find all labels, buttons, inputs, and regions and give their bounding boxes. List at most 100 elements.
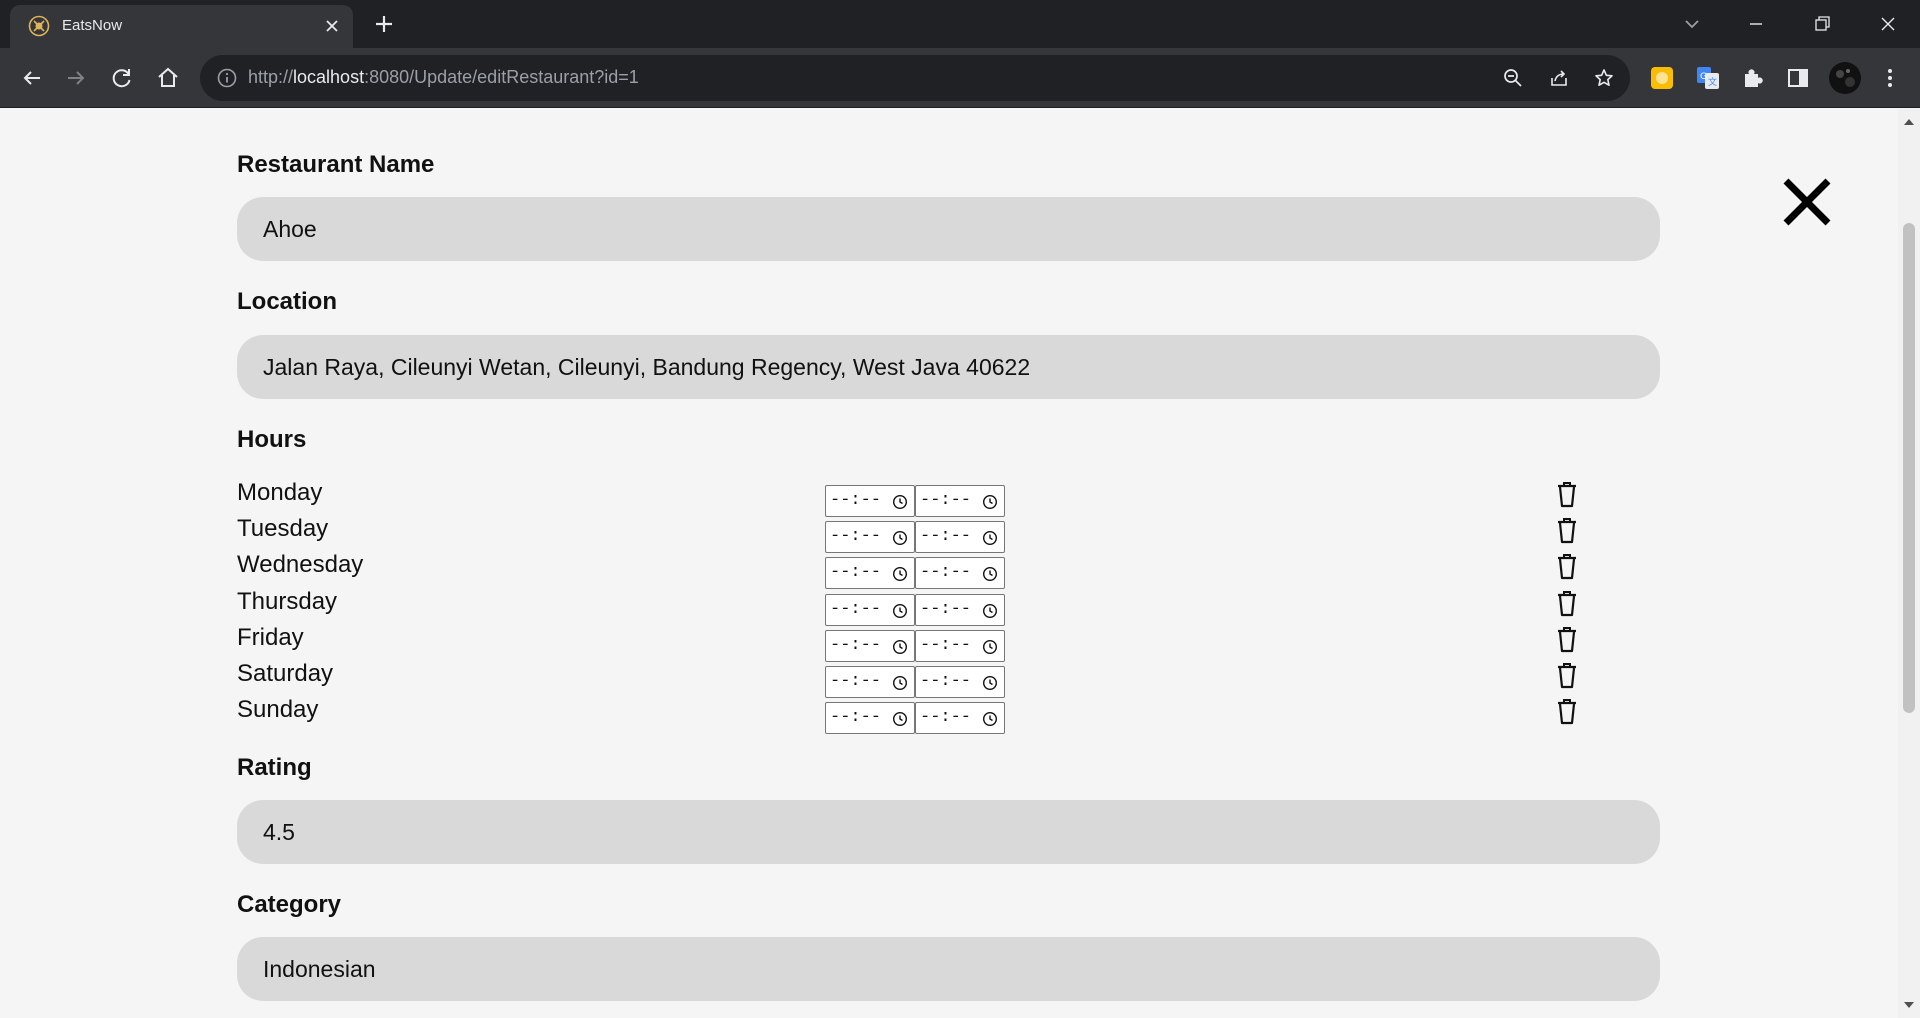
friday-open-time-input[interactable]: --:-- bbox=[825, 629, 915, 662]
time-value: --:-- bbox=[830, 491, 882, 510]
delete-friday-hours-trash-icon[interactable] bbox=[1553, 624, 1581, 654]
clock-icon[interactable] bbox=[982, 675, 998, 691]
thursday-open-time-input[interactable]: --:-- bbox=[825, 593, 915, 626]
bookmark-star-icon[interactable] bbox=[1593, 67, 1615, 89]
scrollbar-thumb[interactable] bbox=[1903, 223, 1915, 713]
time-value: --:-- bbox=[830, 599, 882, 619]
google-translate-icon[interactable]: G 文 bbox=[1694, 64, 1722, 92]
day-label-monday: Monday bbox=[237, 479, 323, 506]
day-label-wednesday: Wednesday bbox=[237, 551, 364, 579]
home-icon[interactable] bbox=[154, 64, 182, 92]
eatsnow-logo-icon bbox=[28, 15, 50, 37]
minimize-icon[interactable] bbox=[1742, 10, 1770, 38]
wednesday-open-time-input[interactable]: --:-- bbox=[825, 557, 915, 590]
category-input[interactable] bbox=[237, 937, 1660, 1001]
time-value: --:-- bbox=[920, 635, 972, 655]
day-label-sunday: Sunday bbox=[237, 696, 319, 724]
scroll-up-arrow-icon[interactable] bbox=[1903, 117, 1915, 127]
url-host: localhost bbox=[293, 67, 365, 87]
clock-icon[interactable] bbox=[982, 603, 998, 619]
edit-restaurant-page: Restaurant Name Location Hours Monday --:… bbox=[0, 109, 1898, 1018]
close-form-icon[interactable] bbox=[1780, 175, 1834, 229]
day-label-friday: Friday bbox=[237, 623, 304, 651]
time-value: --:-- bbox=[920, 527, 972, 547]
clock-icon[interactable] bbox=[982, 711, 998, 727]
category-label: Category bbox=[237, 891, 342, 918]
time-value: --:-- bbox=[920, 491, 972, 510]
time-value: --:-- bbox=[830, 708, 882, 728]
restaurant-name-input[interactable] bbox=[237, 197, 1660, 261]
time-value: --:-- bbox=[920, 599, 972, 619]
time-value: --:-- bbox=[920, 672, 972, 691]
extensions-puzzle-icon[interactable] bbox=[1739, 64, 1767, 92]
day-label-tuesday: Tuesday bbox=[237, 515, 329, 543]
clock-icon[interactable] bbox=[892, 639, 908, 655]
tab-close-icon[interactable] bbox=[321, 15, 343, 37]
sunday-close-time-input[interactable]: --:-- bbox=[915, 702, 1005, 735]
clock-icon[interactable] bbox=[892, 530, 908, 546]
saturday-open-time-input[interactable]: --:-- bbox=[825, 666, 915, 698]
tab-search-chevron-icon[interactable] bbox=[1678, 10, 1706, 38]
svg-text:文: 文 bbox=[1708, 76, 1717, 88]
delete-wednesday-hours-trash-icon[interactable] bbox=[1553, 551, 1581, 581]
back-arrow-icon[interactable] bbox=[18, 64, 46, 92]
time-value: --:-- bbox=[830, 563, 882, 583]
reload-icon[interactable] bbox=[108, 64, 136, 92]
friday-close-time-input[interactable]: --:-- bbox=[915, 629, 1005, 662]
url-path: :8080/Update/editRestaurant?id=1 bbox=[364, 67, 639, 87]
profile-avatar-icon[interactable] bbox=[1828, 61, 1862, 95]
browser-tab-bar: EatsNow bbox=[0, 0, 1920, 48]
forward-arrow-icon[interactable] bbox=[62, 64, 90, 92]
hours-label: Hours bbox=[237, 426, 307, 453]
time-value: --:-- bbox=[830, 635, 882, 655]
delete-thursday-hours-trash-icon[interactable] bbox=[1553, 588, 1581, 618]
thursday-close-time-input[interactable]: --:-- bbox=[915, 593, 1005, 626]
address-bar[interactable]: http://localhost:8080/Update/editRestaur… bbox=[200, 55, 1630, 101]
delete-monday-hours-trash-icon[interactable] bbox=[1553, 479, 1581, 509]
browser-toolbar: http://localhost:8080/Update/editRestaur… bbox=[0, 48, 1920, 108]
zoom-out-icon[interactable] bbox=[1502, 67, 1524, 89]
clock-icon[interactable] bbox=[982, 639, 998, 655]
new-tab-icon[interactable] bbox=[372, 12, 396, 36]
clock-icon[interactable] bbox=[982, 530, 998, 546]
restore-icon[interactable] bbox=[1808, 10, 1836, 38]
location-input[interactable] bbox=[237, 335, 1660, 399]
saturday-close-time-input[interactable]: --:-- bbox=[915, 666, 1005, 698]
day-label-thursday: Thursday bbox=[237, 587, 338, 615]
restaurant-name-label: Restaurant Name bbox=[237, 151, 435, 178]
delete-tuesday-hours-trash-icon[interactable] bbox=[1553, 515, 1581, 545]
clock-icon[interactable] bbox=[892, 566, 908, 582]
clock-icon[interactable] bbox=[982, 494, 998, 510]
monday-open-time-input[interactable]: --:-- bbox=[825, 485, 915, 517]
scroll-down-arrow-icon[interactable] bbox=[1903, 1000, 1915, 1010]
clock-icon[interactable] bbox=[892, 494, 908, 510]
delete-saturday-hours-trash-icon[interactable] bbox=[1553, 660, 1581, 690]
site-info-icon[interactable] bbox=[216, 67, 238, 89]
delete-sunday-hours-trash-icon[interactable] bbox=[1553, 696, 1581, 726]
page-scrollbar[interactable] bbox=[1898, 109, 1920, 1018]
time-value: --:-- bbox=[830, 527, 882, 547]
window-close-icon[interactable] bbox=[1874, 10, 1902, 38]
sunday-open-time-input[interactable]: --:-- bbox=[825, 702, 915, 735]
side-panel-icon[interactable] bbox=[1784, 64, 1812, 92]
location-label: Location bbox=[237, 288, 337, 315]
rating-label: Rating bbox=[237, 754, 312, 781]
share-icon[interactable] bbox=[1548, 67, 1570, 89]
wednesday-close-time-input[interactable]: --:-- bbox=[915, 557, 1005, 590]
clock-icon[interactable] bbox=[892, 711, 908, 727]
clock-icon[interactable] bbox=[982, 566, 998, 582]
tuesday-close-time-input[interactable]: --:-- bbox=[915, 521, 1005, 554]
clock-icon[interactable] bbox=[892, 675, 908, 691]
time-value: --:-- bbox=[920, 708, 972, 728]
time-value: --:-- bbox=[920, 563, 972, 583]
rating-input[interactable] bbox=[237, 800, 1660, 864]
monday-close-time-input[interactable]: --:-- bbox=[915, 485, 1005, 517]
browser-tab[interactable]: EatsNow bbox=[10, 5, 353, 48]
tab-title: EatsNow bbox=[62, 17, 123, 34]
time-value: --:-- bbox=[830, 672, 882, 691]
url-text[interactable]: http://localhost:8080/Update/editRestaur… bbox=[248, 67, 639, 88]
clock-icon[interactable] bbox=[892, 603, 908, 619]
browser-menu-icon[interactable] bbox=[1876, 64, 1904, 92]
tuesday-open-time-input[interactable]: --:-- bbox=[825, 521, 915, 554]
extension-yellow-icon[interactable] bbox=[1648, 64, 1676, 92]
